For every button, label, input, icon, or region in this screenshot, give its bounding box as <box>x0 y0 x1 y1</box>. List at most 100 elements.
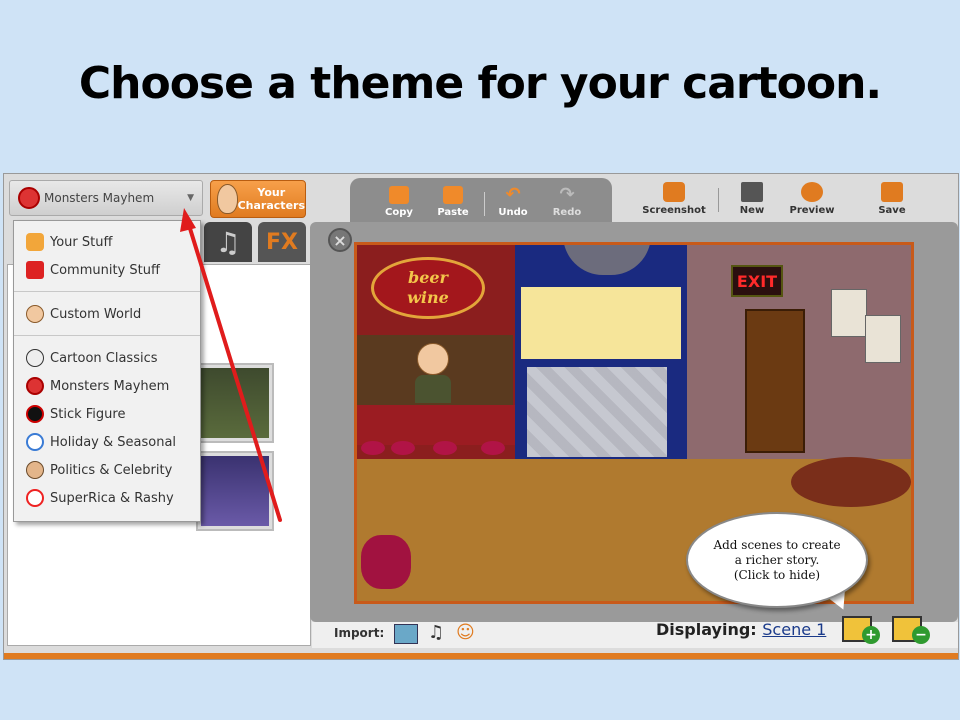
menu-item-label: Stick Figure <box>50 406 126 422</box>
camera-icon <box>663 182 685 202</box>
menu-item-label: Your Stuff <box>50 234 113 250</box>
menu-item-your-stuff[interactable]: Your Stuff <box>14 229 200 255</box>
import-label: Import: <box>334 626 385 640</box>
undo-button[interactable]: ↶ Undo <box>490 186 536 224</box>
character-face-icon <box>217 184 238 214</box>
lounge-seat <box>361 535 411 589</box>
menu-item-label: Monsters Mayhem <box>50 378 170 394</box>
image-import-icon[interactable] <box>394 624 418 644</box>
menu-item-label: Holiday & Seasonal <box>50 434 177 450</box>
menu-item-stick-figure[interactable]: Stick Figure <box>14 401 200 427</box>
monster-icon <box>26 377 44 395</box>
menu-item-superrica-rashy[interactable]: SuperRica & Rashy <box>14 485 200 511</box>
remove-scene-button[interactable]: − <box>892 606 930 644</box>
bar-sign-line2: wine <box>407 288 449 307</box>
copy-icon <box>389 186 409 204</box>
screenshot-label: Screenshot <box>642 205 706 216</box>
add-scenes-tooltip[interactable]: Add scenes to create a richer story. (Cl… <box>686 512 868 608</box>
your-characters-label-line2: Characters <box>237 199 305 212</box>
chevron-down-icon[interactable]: ▼ <box>187 193 194 203</box>
toolbar-divider <box>484 192 485 216</box>
app-window: Monsters Mayhem ▼ Your Characters ♫ FX Y… <box>3 173 959 660</box>
screenshot-button[interactable]: Screenshot <box>636 182 712 220</box>
character-import-icon[interactable]: ☺ <box>456 624 478 642</box>
theme-select-value: Monsters Mayhem <box>44 191 155 205</box>
poster <box>865 315 901 363</box>
toolbar-divider <box>718 188 719 212</box>
plus-icon: + <box>862 626 880 644</box>
new-button[interactable]: New <box>720 182 784 220</box>
menu-divider <box>14 291 200 292</box>
undo-icon: ↶ <box>505 184 521 205</box>
menu-item-monsters-mayhem[interactable]: Monsters Mayhem <box>14 373 200 399</box>
app-bottom-strip <box>4 653 958 659</box>
save-button[interactable]: Save <box>860 182 924 220</box>
your-characters-button[interactable]: Your Characters <box>210 180 306 218</box>
tooltip-line2: a richer story. <box>734 552 820 567</box>
music-tab[interactable]: ♫ <box>204 222 252 262</box>
menu-divider <box>14 335 200 336</box>
paste-button[interactable]: Paste <box>430 186 476 224</box>
bar-stool <box>433 441 457 455</box>
play-icon <box>801 182 823 202</box>
scene-link[interactable]: Scene 1 <box>762 620 826 639</box>
bar-sign: beer wine <box>371 257 485 319</box>
people-icon <box>26 261 44 279</box>
face-icon <box>26 305 44 323</box>
stick-figure-icon <box>26 405 44 423</box>
menu-item-label: Cartoon Classics <box>50 350 158 366</box>
menu-item-politics-celebrity[interactable]: Politics & Celebrity <box>14 457 200 483</box>
menu-item-holiday-seasonal[interactable]: Holiday & Seasonal <box>14 429 200 455</box>
music-import-icon[interactable]: ♫ <box>428 624 450 642</box>
notes-board <box>527 367 667 457</box>
new-label: New <box>739 205 765 216</box>
bar-stool <box>361 441 385 455</box>
theme-select[interactable]: Monsters Mayhem ▼ <box>9 180 203 216</box>
dj-window <box>521 287 681 359</box>
add-scene-button[interactable]: + <box>842 606 880 644</box>
poster <box>831 289 867 337</box>
displaying-label: Displaying: <box>656 620 757 639</box>
bartender-character[interactable] <box>415 343 451 403</box>
background-thumbnail[interactable] <box>198 365 272 441</box>
asset-tabs: ♫ FX <box>204 222 308 262</box>
snowman-icon <box>26 433 44 451</box>
preview-button[interactable]: Preview <box>780 182 844 220</box>
preview-label: Preview <box>789 205 835 216</box>
music-note-icon: ♫ <box>215 225 241 259</box>
minus-icon: − <box>912 626 930 644</box>
menu-item-label: Politics & Celebrity <box>50 462 173 478</box>
undo-label: Undo <box>498 207 528 218</box>
menu-item-community-stuff[interactable]: Community Stuff <box>14 257 200 283</box>
bar-sign-line1: beer <box>408 268 448 287</box>
disk-icon <box>881 182 903 202</box>
background-thumbnail[interactable] <box>198 453 272 529</box>
your-characters-label: Your Characters <box>238 186 305 212</box>
door <box>745 309 805 453</box>
bartender-body <box>415 375 451 403</box>
superrica-icon <box>26 489 44 507</box>
bar-stool <box>481 441 505 455</box>
menu-item-custom-world[interactable]: Custom World <box>14 301 200 327</box>
scene-indicator: Displaying: Scene 1 <box>656 620 826 639</box>
fx-tab[interactable]: FX <box>258 222 306 262</box>
lounge-table <box>791 457 911 507</box>
redo-icon: ↷ <box>559 184 575 205</box>
film-strip-icon <box>741 182 763 202</box>
save-label: Save <box>878 205 906 216</box>
bar-stool <box>391 441 415 455</box>
tooltip-line3: (Click to hide) <box>733 567 821 582</box>
your-characters-label-line1: Your <box>257 186 286 199</box>
copy-button[interactable]: Copy <box>376 186 422 224</box>
monster-icon <box>18 187 40 209</box>
classic-face-icon <box>26 349 44 367</box>
tooltip-line1: Add scenes to create <box>713 537 841 552</box>
redo-button[interactable]: ↷ Redo <box>544 186 590 224</box>
close-icon[interactable]: × <box>328 228 352 252</box>
person-icon <box>26 233 44 251</box>
bar-sign-text: beer wine <box>407 268 449 308</box>
bar-counter <box>357 405 515 445</box>
politician-icon <box>26 461 44 479</box>
menu-item-cartoon-classics[interactable]: Cartoon Classics <box>14 345 200 371</box>
bartender-head <box>417 343 449 375</box>
